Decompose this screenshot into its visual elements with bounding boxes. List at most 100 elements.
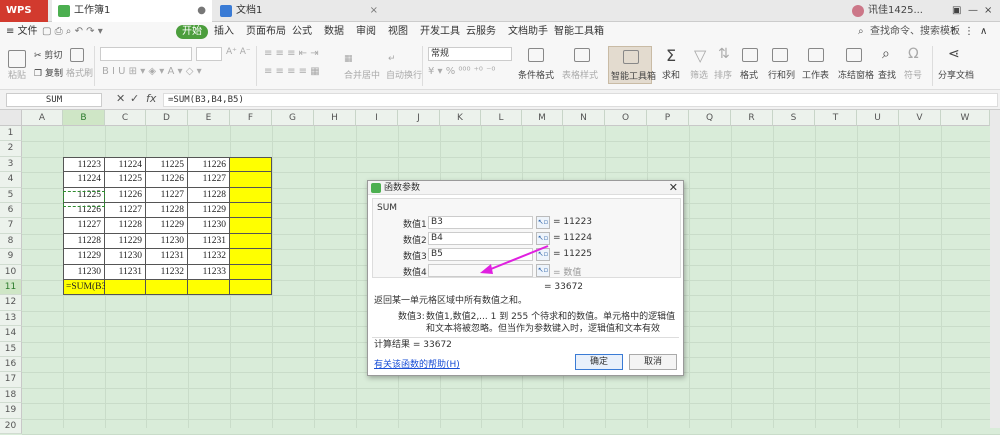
cell-c8[interactable]: 11229 xyxy=(105,233,146,250)
row-header-18[interactable]: 18 xyxy=(0,387,22,404)
merge-button[interactable]: 合并居中 xyxy=(344,68,380,81)
cell-d10[interactable]: 11232 xyxy=(146,264,188,280)
number-format-select[interactable]: 常规 xyxy=(428,47,512,61)
row-header-10[interactable]: 10 xyxy=(0,264,22,280)
cell-f3[interactable] xyxy=(230,156,272,173)
column-header-h[interactable]: H xyxy=(314,110,356,126)
arg1-input[interactable]: B3 xyxy=(428,216,533,229)
fx-icon[interactable]: fx xyxy=(146,92,156,105)
column-header-g[interactable]: G xyxy=(272,110,314,126)
column-header-r[interactable]: R xyxy=(731,110,773,126)
row-header-17[interactable]: 17 xyxy=(0,372,22,388)
tab-review[interactable]: 审阅 xyxy=(356,22,376,42)
symbol-button[interactable]: 符号 xyxy=(904,68,922,81)
worksheet-button[interactable]: 工作表 xyxy=(802,68,829,81)
cell-d7[interactable]: 11229 xyxy=(146,218,188,234)
sum-button[interactable]: 求和 xyxy=(662,68,680,81)
cell-c6[interactable]: 11227 xyxy=(105,203,146,219)
paste-icon[interactable] xyxy=(8,50,26,68)
cell-d6[interactable]: 11228 xyxy=(146,203,188,219)
rows-cols-button[interactable]: 行和列 xyxy=(768,68,795,81)
row-header-20[interactable]: 20 xyxy=(0,418,22,434)
row-header-4[interactable]: 4 xyxy=(0,172,22,188)
tab-start[interactable]: 开始 xyxy=(176,25,208,39)
cell-b8[interactable]: 11228 xyxy=(63,233,105,250)
row-header-7[interactable]: 7 xyxy=(0,218,22,234)
column-header-o[interactable]: O xyxy=(605,110,647,126)
collapse-icon[interactable]: ∧ xyxy=(980,22,987,42)
formula-input[interactable]: =SUM(B3,B4,B5) xyxy=(163,93,998,107)
cell-b4[interactable]: 11224 xyxy=(63,172,105,188)
column-header-d[interactable]: D xyxy=(146,110,188,126)
cell-f5[interactable] xyxy=(230,187,272,203)
share-button[interactable]: 分享文档 xyxy=(938,68,974,81)
select-all-corner[interactable] xyxy=(0,110,22,126)
cell-e3[interactable]: 11226 xyxy=(188,156,230,173)
tab-document1[interactable]: 文档1 × xyxy=(214,0,384,22)
close-icon[interactable]: × xyxy=(370,0,378,22)
help-link[interactable]: 有关该函数的帮助(H) xyxy=(374,357,460,370)
column-header-q[interactable]: Q xyxy=(689,110,731,126)
cell-f10[interactable] xyxy=(230,264,272,280)
cell-d5[interactable]: 11227 xyxy=(146,187,188,203)
column-header-c[interactable]: C xyxy=(105,110,146,126)
cancel-button[interactable]: 取消 xyxy=(629,354,677,370)
number-buttons[interactable]: ¥ ▾ % ⁰⁰⁰ ⁺⁰ ⁻⁰ xyxy=(428,66,495,77)
conditional-format-button[interactable]: 条件格式 xyxy=(518,68,554,81)
tab-insert[interactable]: 插入 xyxy=(214,22,234,42)
cell-c5[interactable]: 11226 xyxy=(105,187,146,203)
cell-d3[interactable]: 11225 xyxy=(146,156,188,173)
column-header-l[interactable]: L xyxy=(481,110,522,126)
font-size-buttons[interactable]: A⁺ A⁻ xyxy=(226,47,251,57)
table-style-button[interactable]: 表格样式 xyxy=(562,68,598,81)
search-command[interactable]: 查找命令、搜索模板 xyxy=(870,22,960,42)
find-button[interactable]: 查找 xyxy=(878,68,896,81)
cell-d9[interactable]: 11231 xyxy=(146,249,188,265)
font-family-select[interactable] xyxy=(100,47,192,61)
cell-f8[interactable] xyxy=(230,233,272,250)
row-header-1[interactable]: 1 xyxy=(0,126,22,142)
cell-c11[interactable] xyxy=(105,280,146,296)
cell-b11[interactable]: =SUM(B3,B4,B5) xyxy=(63,280,136,296)
row-header-6[interactable]: 6 xyxy=(0,203,22,219)
tab-smart-tools[interactable]: 智能工具箱 xyxy=(554,22,604,42)
cell-e8[interactable]: 11231 xyxy=(188,233,230,250)
cell-e7[interactable]: 11230 xyxy=(188,218,230,234)
cell-c9[interactable]: 11230 xyxy=(105,249,146,265)
column-header-a[interactable]: A xyxy=(22,110,63,126)
row-header-13[interactable]: 13 xyxy=(0,310,22,327)
cell-c4[interactable]: 11225 xyxy=(105,172,146,188)
row-header-5[interactable]: 5 xyxy=(0,187,22,203)
cell-c3[interactable]: 11224 xyxy=(105,156,146,173)
skin-icon[interactable]: ▣ xyxy=(952,0,961,22)
confirm-icon[interactable]: ✓ xyxy=(130,92,139,105)
arg4-input[interactable] xyxy=(428,264,533,277)
font-style-buttons[interactable]: B I U ⊞ ▾ ◈ ▾ A ▾ ◇ ▾ xyxy=(102,66,202,77)
close-window-icon[interactable]: × xyxy=(984,0,992,22)
cell-f11[interactable] xyxy=(230,280,272,296)
toolbar-quick-icons[interactable]: ▢ ⎙ ⌕ ↶ ↷ ▾ xyxy=(42,22,103,42)
column-header-j[interactable]: J xyxy=(398,110,440,126)
column-header-b[interactable]: B xyxy=(63,110,105,126)
tab-cloud[interactable]: 云服务 xyxy=(466,22,496,42)
cell-f9[interactable] xyxy=(230,249,272,265)
column-header-v[interactable]: V xyxy=(899,110,941,126)
align-buttons[interactable]: ≡ ≡ ≡ ⇤ ⇥ xyxy=(264,48,319,59)
cell-b7[interactable]: 11227 xyxy=(63,218,105,234)
cell-f6[interactable] xyxy=(230,203,272,219)
column-header-w[interactable]: W xyxy=(941,110,990,126)
cell-c10[interactable]: 11231 xyxy=(105,264,146,280)
font-size-select[interactable] xyxy=(196,47,222,61)
cell-e4[interactable]: 11227 xyxy=(188,172,230,188)
tab-formula[interactable]: 公式 xyxy=(292,22,312,42)
freeze-panes-button[interactable]: 冻结窗格 xyxy=(838,68,874,81)
cell-e11[interactable] xyxy=(188,280,230,296)
tab-workbook1[interactable]: 工作簿1 ● xyxy=(52,0,212,22)
cell-b9[interactable]: 11229 xyxy=(63,249,105,265)
column-header-n[interactable]: N xyxy=(563,110,605,126)
minimize-icon[interactable]: — xyxy=(968,0,978,22)
column-header-k[interactable]: K xyxy=(440,110,481,126)
align-buttons-2[interactable]: ≡ ≡ ≡ ≡ ▦ xyxy=(264,66,320,77)
cell-b10[interactable]: 11230 xyxy=(63,264,105,280)
close-icon[interactable]: ● xyxy=(197,0,206,22)
